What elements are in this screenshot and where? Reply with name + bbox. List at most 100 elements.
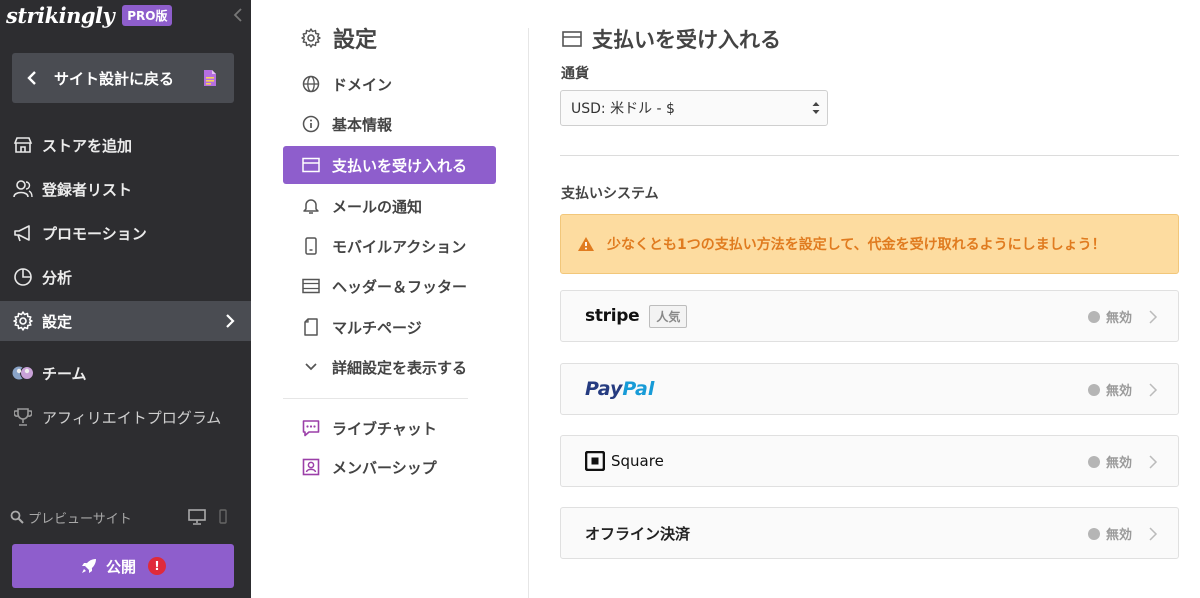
settings-item-mobile-actions[interactable]: モバイルアクション <box>283 227 496 265</box>
sidebar-item-team[interactable]: チーム <box>0 353 251 393</box>
warning-banner: 少なくとも1つの支払い方法を設定して、代金を受け取れるようにしましょう！ <box>560 214 1179 274</box>
currency-label: 通貨 <box>561 66 589 82</box>
chevron-right-icon <box>226 314 235 328</box>
status-badge: 無効 <box>1087 452 1132 471</box>
offline-payment-label: オフライン決済 <box>585 524 691 543</box>
status-text: 無効 <box>1105 528 1132 543</box>
settings-item-domain[interactable]: ドメイン <box>283 65 496 103</box>
brand-logo: strikingly <box>6 2 115 28</box>
preview-site-label: プレビューサイト <box>28 511 132 527</box>
brand[interactable]: strikingly PRO版 <box>6 2 173 28</box>
settings-item-header-footer[interactable]: ヘッダー＆フッター <box>283 267 496 305</box>
chevron-down-icon <box>302 358 320 376</box>
provider-offline[interactable]: オフライン決済 無効 <box>560 507 1179 559</box>
currency-select[interactable]: USD: 米ドル - $ <box>560 90 828 126</box>
sidebar-item-subscribers[interactable]: 登録者リスト <box>0 169 251 209</box>
users-icon <box>12 178 34 200</box>
section-divider <box>560 155 1179 156</box>
member-icon <box>302 458 320 476</box>
status-badge: 無効 <box>1087 380 1132 399</box>
search-icon <box>10 510 24 524</box>
settings-item-membership[interactable]: メンバーシップ <box>283 448 496 486</box>
status-badge: 無効 <box>1087 524 1132 543</box>
settings-item-multipage[interactable]: マルチページ <box>283 308 496 346</box>
pie-chart-icon <box>12 266 34 288</box>
settings-item-label: マルチページ <box>332 318 422 337</box>
sidebar-item-label: 分析 <box>42 268 73 287</box>
menu-divider <box>283 398 468 399</box>
alert-badge: ! <box>148 557 166 575</box>
publish-button[interactable]: 公開 ! <box>12 544 234 588</box>
sidebar-item-label: チーム <box>42 364 87 383</box>
settings-item-email-notifications[interactable]: メールの通知 <box>283 187 496 225</box>
provider-square[interactable]: Square 無効 <box>560 435 1179 487</box>
sidebar-item-label: ストアを追加 <box>42 136 133 155</box>
square-logo: Square <box>585 451 664 471</box>
sidebar-item-analytics[interactable]: 分析 <box>0 257 251 297</box>
settings-item-label: メールの通知 <box>332 197 423 216</box>
settings-item-live-chat[interactable]: ライブチャット <box>283 409 496 447</box>
back-to-editor-label: サイト設計に戻る <box>54 69 175 88</box>
mobile-icon[interactable] <box>218 509 228 525</box>
settings-item-label: モバイルアクション <box>332 237 467 256</box>
sidebar-item-label: 設定 <box>42 312 73 331</box>
payment-card-icon <box>302 156 320 174</box>
store-icon <box>12 134 34 156</box>
warning-icon <box>578 237 594 251</box>
settings-item-label: 基本情報 <box>332 115 393 134</box>
paypal-logo: PayPal <box>585 378 654 400</box>
back-to-editor-button[interactable]: サイト設計に戻る <box>12 53 234 103</box>
mobile-icon <box>302 237 320 255</box>
page-title: 支払いを受け入れる <box>562 24 781 54</box>
stripe-logo: stripe <box>585 306 640 326</box>
settings-item-label: ヘッダー＆フッター <box>332 277 468 296</box>
desktop-icon[interactable] <box>188 509 206 525</box>
settings-title-text: 設定 <box>333 28 378 53</box>
settings-item-show-advanced[interactable]: 詳細設定を表示する <box>283 348 496 386</box>
provider-paypal[interactable]: PayPal 無効 <box>560 363 1179 415</box>
payment-system-label: 支払いシステム <box>561 186 659 202</box>
status-text: 無効 <box>1105 456 1132 471</box>
settings-item-accept-payments[interactable]: 支払いを受け入れる <box>283 146 496 184</box>
globe-icon <box>302 75 320 93</box>
sidebar-item-promotion[interactable]: プロモーション <box>0 213 251 253</box>
rocket-icon <box>81 559 96 573</box>
gear-icon <box>12 310 34 332</box>
status-text: 無効 <box>1105 311 1132 326</box>
sidebar-item-affiliate[interactable]: アフィリエイトプログラム <box>0 397 251 437</box>
settings-item-label: ライブチャット <box>332 419 437 438</box>
team-avatars-icon <box>12 362 34 384</box>
settings-item-label: ドメイン <box>332 75 393 94</box>
paypal-logo-pay: Pay <box>585 378 623 400</box>
status-dot <box>1087 527 1100 540</box>
settings-item-label: 詳細設定を表示する <box>332 358 468 377</box>
popular-badge: 人気 <box>649 304 688 328</box>
settings-item-basic-info[interactable]: 基本情報 <box>283 105 496 143</box>
gear-icon <box>301 28 321 48</box>
provider-stripe[interactable]: stripe 人気 無効 <box>560 290 1179 342</box>
settings-menu: 設定 ドメイン 基本情報 支払いを受け入れる メールの通知 モバイルアクション … <box>283 0 496 598</box>
sidebar-item-label: 登録者リスト <box>42 180 133 199</box>
status-dot <box>1087 310 1100 323</box>
document-icon <box>204 70 216 86</box>
chevron-right-icon <box>1149 310 1158 324</box>
pro-badge: PRO版 <box>122 4 173 26</box>
info-icon <box>302 115 320 133</box>
sidebar-item-settings[interactable]: 設定 <box>0 301 251 341</box>
square-logo-icon <box>585 451 605 471</box>
warning-text: 少なくとも1つの支払い方法を設定して、代金を受け取れるようにしましょう！ <box>607 237 1106 253</box>
select-arrows-icon <box>812 102 820 114</box>
sidebar-item-label: プロモーション <box>42 224 147 243</box>
trophy-icon <box>12 406 34 428</box>
status-dot <box>1087 383 1100 396</box>
settings-item-label: 支払いを受け入れる <box>332 156 468 175</box>
preview-site-row[interactable]: プレビューサイト <box>10 506 240 528</box>
page-title-text: 支払いを受け入れる <box>592 28 781 52</box>
payments-panel: 支払いを受け入れる 通貨 USD: 米ドル - $ 支払いシステム 少なくとも1… <box>560 0 1180 598</box>
sidebar-item-add-store[interactable]: ストアを追加 <box>0 125 251 165</box>
status-badge: 無効 <box>1087 307 1132 326</box>
chevron-left-icon <box>27 71 36 85</box>
megaphone-icon <box>12 222 34 244</box>
collapse-sidebar-icon[interactable] <box>233 8 243 22</box>
chevron-right-icon <box>1149 383 1158 397</box>
